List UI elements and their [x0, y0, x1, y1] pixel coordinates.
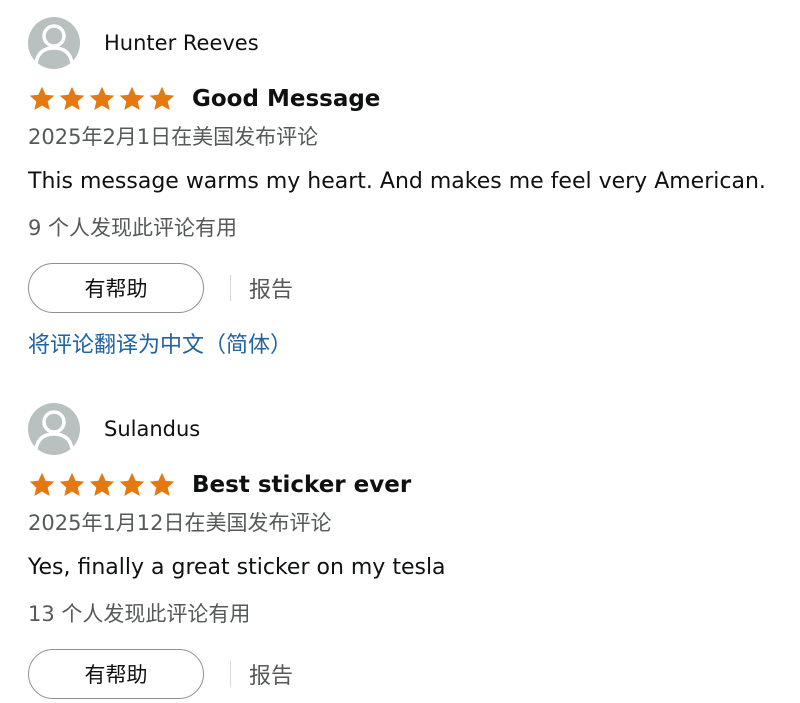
divider	[230, 275, 231, 301]
report-link[interactable]: 报告	[249, 658, 293, 690]
star-filled-icon	[119, 472, 145, 496]
helpful-count: 9 个人发现此评论有用	[28, 216, 238, 240]
star-rating[interactable]	[28, 85, 176, 113]
star-filled-icon	[59, 472, 85, 496]
user-silhouette-icon	[34, 410, 74, 450]
reviewer-profile[interactable]: Sulandus	[28, 402, 788, 456]
star-filled-icon	[149, 472, 175, 496]
star-filled-icon	[149, 86, 175, 110]
reviewer-name[interactable]: Sulandus	[104, 417, 200, 441]
helpful-button[interactable]: 有帮助	[28, 263, 204, 313]
review-date: 2025年2月1日在美国发布评论	[28, 125, 319, 149]
review-title-row: Good Message	[28, 82, 788, 116]
star-filled-icon	[89, 472, 115, 496]
reviewer-profile[interactable]: Hunter Reeves	[28, 16, 788, 70]
review-body: Yes, finally a great sticker on my tesla	[28, 555, 446, 580]
review-title-row: Best sticker ever	[28, 468, 788, 502]
report-link[interactable]: 报告	[249, 272, 293, 304]
review-title[interactable]: Good Message	[192, 86, 380, 112]
star-filled-icon	[89, 86, 115, 110]
translate-review-link[interactable]: 将评论翻译为中文（简体）	[28, 330, 292, 362]
star-filled-icon	[59, 86, 85, 110]
review-card: Sulandus Best sticker ever 2025年1月12日在美国…	[28, 402, 788, 702]
user-silhouette-icon	[34, 24, 74, 64]
helpful-count: 13 个人发现此评论有用	[28, 602, 251, 626]
review-date: 2025年1月12日在美国发布评论	[28, 511, 332, 535]
star-filled-icon	[29, 86, 55, 110]
reviewer-name[interactable]: Hunter Reeves	[104, 31, 259, 55]
review-title[interactable]: Best sticker ever	[192, 472, 411, 498]
star-filled-icon	[119, 86, 145, 110]
avatar[interactable]	[28, 17, 80, 69]
helpful-button[interactable]: 有帮助	[28, 649, 204, 699]
star-rating[interactable]	[28, 471, 176, 499]
divider	[230, 661, 231, 687]
review-actions: 有帮助 报告	[28, 260, 788, 316]
review-card: Hunter Reeves Good Message 2025年2月1日在美国发…	[28, 16, 788, 362]
star-filled-icon	[29, 472, 55, 496]
review-actions: 有帮助 报告	[28, 646, 788, 702]
review-body: This message warms my heart. And makes m…	[28, 169, 766, 194]
avatar[interactable]	[28, 403, 80, 455]
